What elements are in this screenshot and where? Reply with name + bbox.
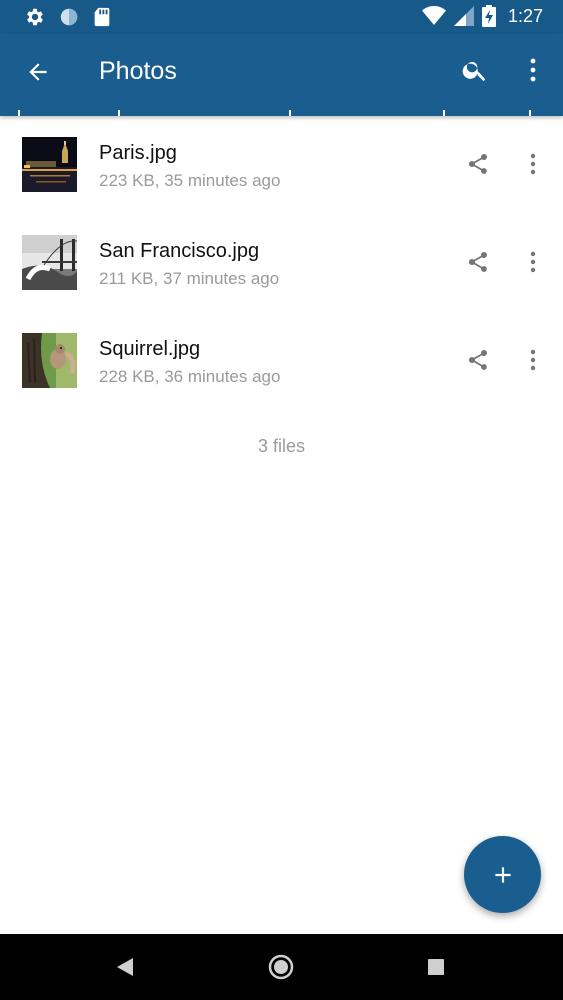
tab-divider xyxy=(529,110,531,116)
file-name: San Francisco.jpg xyxy=(99,240,260,262)
files-count: 3 files xyxy=(257,436,306,456)
file-meta: 228 KB, 36 minutes ago xyxy=(99,367,281,386)
thumbnail-san-francisco xyxy=(22,235,77,290)
signal-icon xyxy=(453,6,474,26)
tab-divider xyxy=(443,110,445,116)
arrow-back-icon xyxy=(29,63,47,81)
item-overflow-button[interactable] xyxy=(521,152,545,176)
file-meta: 211 KB, 37 minutes ago xyxy=(99,269,280,288)
thumbnail-squirrel xyxy=(22,333,77,388)
item-overflow-button[interactable] xyxy=(521,250,545,274)
status-icons-right: 1:27 xyxy=(421,5,543,27)
tab-divider xyxy=(118,110,120,116)
search-icon xyxy=(462,61,486,82)
more-vert-icon xyxy=(530,58,536,82)
wifi-icon xyxy=(421,6,446,25)
list-item[interactable]: Squirrel.jpg 228 KB, 36 minutes ago xyxy=(0,313,563,411)
file-list: Paris.jpg 223 KB, 35 minutes ago San Fra… xyxy=(0,117,563,411)
back-button[interactable] xyxy=(20,54,56,90)
status-icons-left xyxy=(24,6,112,28)
share-icon xyxy=(468,350,487,370)
nav-back-button[interactable] xyxy=(110,952,140,982)
tab-divider xyxy=(289,110,291,116)
recents-square-icon xyxy=(428,959,444,975)
nav-recents-button[interactable] xyxy=(421,952,451,982)
share-icon xyxy=(468,252,487,272)
search-button[interactable] xyxy=(457,52,493,88)
more-vert-icon xyxy=(530,153,536,175)
thumbnail-paris xyxy=(22,137,77,192)
list-item[interactable]: San Francisco.jpg 211 KB, 37 minutes ago xyxy=(0,215,563,313)
navigation-bar xyxy=(0,934,563,1000)
back-triangle-icon xyxy=(117,958,133,976)
share-button[interactable] xyxy=(466,152,490,176)
page-title: Photos xyxy=(99,57,177,85)
share-button[interactable] xyxy=(466,250,490,274)
plus-icon xyxy=(494,866,511,883)
sd-card-icon xyxy=(94,7,110,27)
app-bar: Photos xyxy=(0,34,563,116)
sync-icon xyxy=(60,8,78,26)
file-name: Squirrel.jpg xyxy=(99,338,201,360)
tab-divider xyxy=(18,110,20,116)
file-name: Paris.jpg xyxy=(99,142,177,164)
share-button[interactable] xyxy=(466,348,490,372)
status-bar: 1:27 xyxy=(0,0,563,34)
list-item[interactable]: Paris.jpg 223 KB, 35 minutes ago xyxy=(0,117,563,215)
add-button[interactable] xyxy=(464,836,541,913)
status-time: 1:27 xyxy=(507,5,543,26)
nav-home-button[interactable] xyxy=(265,951,297,983)
battery-charging-icon xyxy=(481,5,496,27)
more-vert-icon xyxy=(530,349,536,371)
item-overflow-button[interactable] xyxy=(521,348,545,372)
more-vert-icon xyxy=(530,251,536,273)
settings-icon xyxy=(27,8,43,26)
home-circle-icon xyxy=(268,954,294,980)
share-icon xyxy=(468,154,487,174)
overflow-menu-button[interactable] xyxy=(516,52,550,88)
file-meta: 223 KB, 35 minutes ago xyxy=(99,171,281,190)
